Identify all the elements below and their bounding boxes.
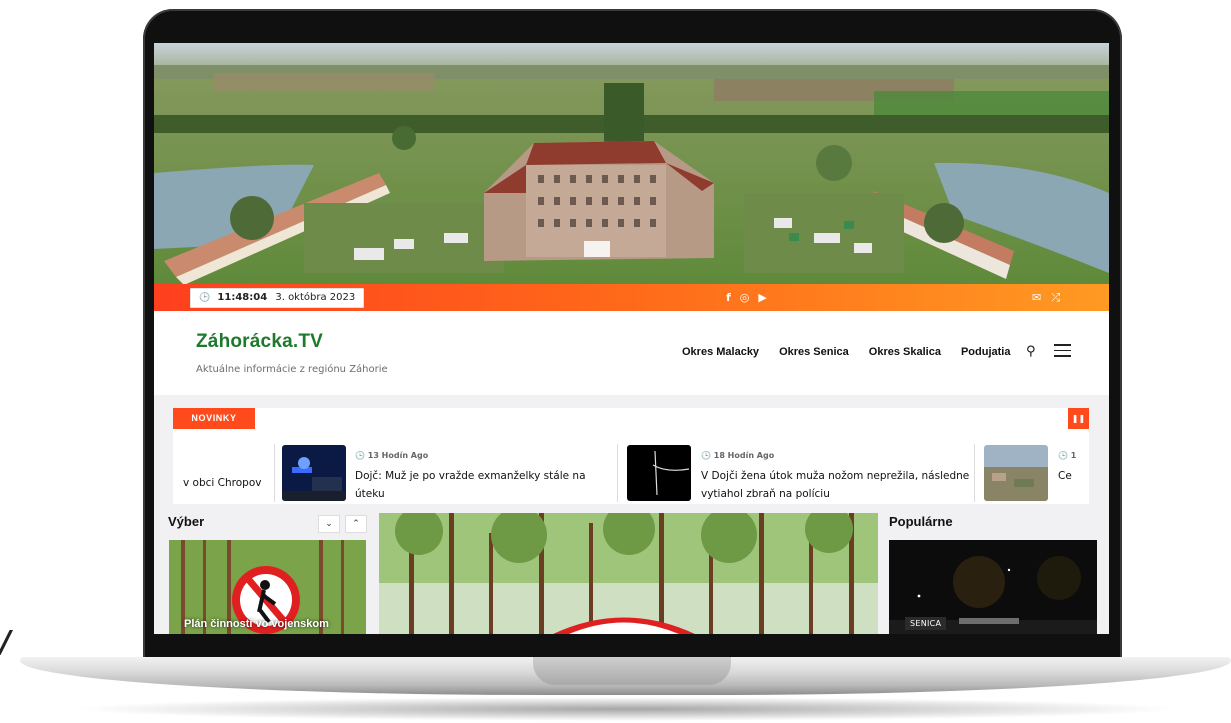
ticker-item-time: 🕒 13 Hodín Ago [355, 451, 429, 460]
ticker-item-headline[interactable]: Ce [1058, 467, 1082, 485]
laptop-notch [533, 657, 731, 685]
vyber-card-caption[interactable]: Plán činností vo vojenskom [184, 618, 329, 630]
youtube-icon[interactable]: ▶ [758, 289, 766, 306]
social-links: f ◎ ▶ [726, 289, 767, 306]
category-badge[interactable]: SENICA [905, 617, 947, 630]
laptop-shadow [70, 697, 1181, 721]
date-time-widget: 🕒 11:48:04 3. októbra 2023 [190, 288, 365, 308]
current-time: 11:48:04 [217, 292, 268, 303]
ticker-item-time: 🕒 1 [1058, 451, 1077, 460]
current-date: 3. októbra 2023 [275, 292, 356, 303]
search-icon[interactable]: ⚲ [1026, 344, 1036, 359]
chevron-up-icon[interactable]: ⌃ [345, 515, 367, 533]
facebook-icon[interactable]: f [726, 289, 731, 306]
news-ticker: NOVINKY ❚❚ v obci Chropov 🕒 13 Hodín Ago… [173, 408, 1089, 504]
nav-podujatia[interactable]: Podujatia [961, 346, 1011, 358]
instagram-icon[interactable]: ◎ [740, 289, 750, 306]
featured-image[interactable] [379, 513, 878, 634]
main-nav: Okres Malacky Okres Senica Okres Skalica… [682, 346, 1010, 358]
nav-okres-senica[interactable]: Okres Senica [779, 346, 849, 358]
mail-icon[interactable]: ✉ [1032, 289, 1041, 306]
laptop-screen: 🕒 11:48:04 3. októbra 2023 f ◎ ▶ ✉ ⤮ Záh… [154, 43, 1109, 634]
site-tagline: Aktuálne informácie z regiónu Záhorie [196, 364, 388, 375]
ticker-item-time: 🕒 18 Hodín Ago [701, 451, 775, 460]
hamburger-menu-icon[interactable] [1054, 344, 1071, 357]
clock-icon: 🕒 [199, 293, 211, 303]
vyber-card[interactable]: Plán činností vo vojenskom [169, 540, 366, 634]
site-header: Záhorácka.TV Aktuálne informácie z regió… [154, 311, 1109, 395]
ticker-divider [274, 444, 275, 502]
chevron-down-icon[interactable]: ⌄ [318, 515, 340, 533]
nav-okres-skalica[interactable]: Okres Skalica [869, 346, 941, 358]
popularne-card[interactable]: SENICA [889, 540, 1097, 634]
ticker-divider [617, 444, 618, 502]
pause-icon[interactable]: ❚❚ [1068, 408, 1089, 429]
ticker-headline-partial[interactable]: v obci Chropov [183, 477, 261, 489]
site-title[interactable]: Záhorácka.TV [196, 331, 323, 353]
nav-okres-malacky[interactable]: Okres Malacky [682, 346, 759, 358]
shuffle-icon[interactable]: ⤮ [1051, 289, 1060, 306]
section-title-vyber: Výber [168, 514, 205, 529]
ticker-thumbnail [282, 445, 346, 501]
ticker-item-headline[interactable]: V Dojči žena útok muža nožom neprežila, … [701, 467, 981, 503]
top-right-icons: ✉ ⤮ [1032, 289, 1060, 306]
header-banner-image [154, 43, 1109, 285]
edge-glyph: / [0, 625, 11, 660]
top-bar: 🕒 11:48:04 3. októbra 2023 f ◎ ▶ ✉ ⤮ [154, 284, 1109, 311]
ticker-thumbnail [984, 445, 1048, 501]
ticker-thumbnail [627, 445, 691, 501]
section-title-popularne: Populárne [889, 514, 953, 529]
ticker-item-headline[interactable]: Dojč: Muž je po vražde exmanželky stále … [355, 467, 611, 503]
ticker-divider [974, 444, 975, 502]
ticker-label: NOVINKY [173, 408, 255, 429]
